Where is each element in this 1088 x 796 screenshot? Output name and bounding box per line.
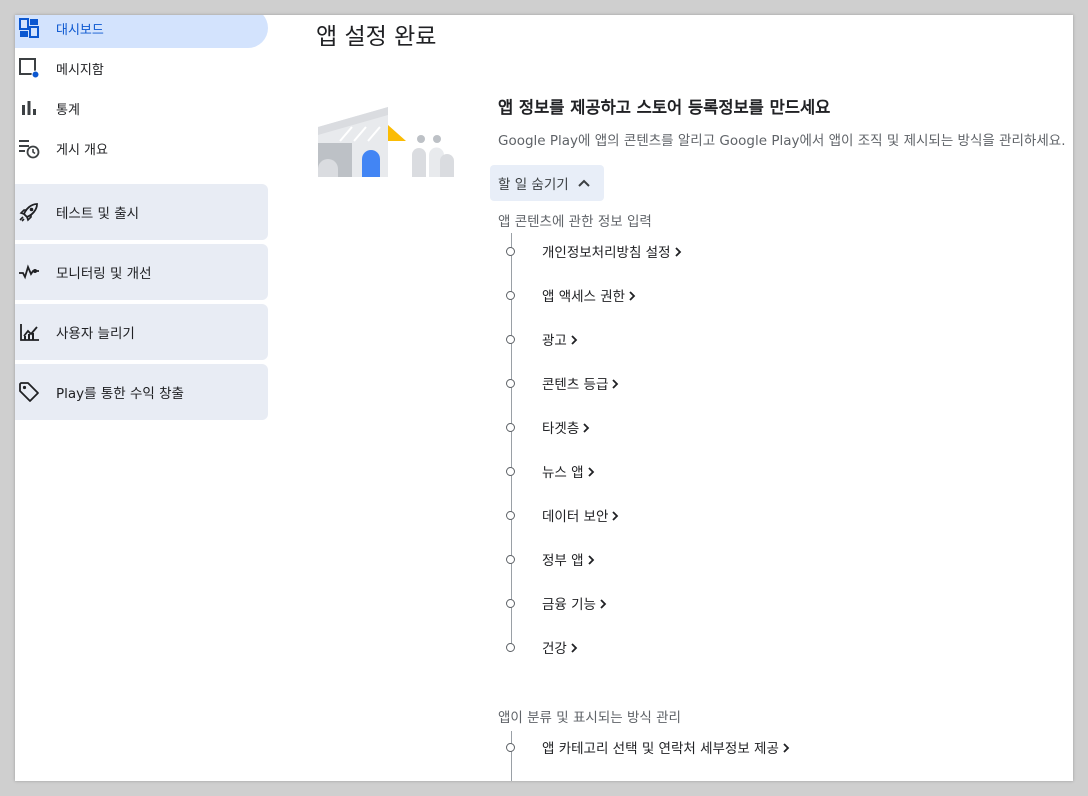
vitals-icon [17, 260, 41, 284]
task-status-dot [506, 642, 515, 652]
task-status-dot [506, 554, 515, 564]
sidebar-group-label: Play를 통한 수익 창출 [56, 386, 184, 402]
task-status-dot [506, 290, 515, 300]
chevron-right-icon [587, 553, 595, 569]
chevron-right-icon [628, 289, 636, 305]
app-window: 대시보드 메시지함 통계 게시 개요 테스트 및 출시 모니터링 및 개선 사용… [15, 15, 1073, 781]
sidebar-group-test-release[interactable]: 테스트 및 출시 [15, 184, 268, 240]
task-label: 앱 액세스 권한 [542, 289, 626, 305]
sidebar-item-label: 메시지함 [56, 62, 104, 78]
chevron-right-icon [674, 245, 682, 261]
sidebar-group-label: 모니터링 및 개선 [56, 266, 152, 282]
rocket-icon [17, 200, 41, 224]
sidebar-item-inbox[interactable]: 메시지함 [15, 48, 268, 88]
task-label: 앱 카테고리 선택 및 연락처 세부정보 제공 [542, 741, 779, 757]
task-status-dot [506, 422, 515, 432]
task-label: 광고 [542, 333, 567, 349]
bar-chart-icon [18, 97, 40, 119]
chevron-right-icon [582, 421, 590, 437]
sidebar-item-label: 게시 개요 [56, 142, 108, 158]
page-title: 앱 설정 완료 [316, 24, 437, 50]
task-status-dot [506, 334, 515, 344]
chevron-right-icon [782, 741, 790, 757]
task-label: 콘텐츠 등급 [542, 377, 609, 393]
sidebar-group-label: 사용자 늘리기 [56, 326, 135, 342]
task-status-dot [506, 510, 515, 520]
chevron-right-icon [599, 597, 607, 613]
sidebar-item-publishing-overview[interactable]: 게시 개요 [15, 128, 268, 168]
sidebar-item-label: 통계 [56, 102, 80, 118]
chevron-right-icon [611, 509, 619, 525]
tag-icon [17, 380, 41, 404]
inbox-icon [18, 57, 40, 79]
chevron-right-icon [611, 377, 619, 393]
sidebar-group-label: 테스트 및 출시 [56, 206, 140, 222]
task-status-dot [506, 246, 515, 256]
task-status-dot [506, 378, 515, 388]
dashboard-icon [18, 17, 40, 39]
task-label: 개인정보처리방침 설정 [542, 245, 671, 261]
setup-illustration [316, 107, 456, 179]
sidebar: 대시보드 메시지함 통계 게시 개요 테스트 및 출시 모니터링 및 개선 사용… [15, 15, 284, 781]
grow-users-icon [17, 320, 41, 344]
task-group-label-app-content: 앱 콘텐츠에 관한 정보 입력 [498, 214, 652, 230]
section-title: 앱 정보를 제공하고 스토어 등록정보를 만드세요 [498, 98, 831, 117]
publishing-overview-icon [18, 137, 40, 159]
hide-tasks-button[interactable]: 할 일 숨기기 [490, 165, 604, 201]
task-group-label-categorization: 앱이 분류 및 표시되는 방식 관리 [498, 710, 681, 726]
chevron-up-icon [577, 176, 591, 190]
section-description: Google Play에 앱의 콘텐츠를 알리고 Google Play에서 앱… [498, 133, 1066, 149]
task-label: 정부 앱 [542, 553, 584, 569]
task-label: 데이터 보안 [542, 509, 609, 525]
task-label: 타겟층 [542, 421, 580, 437]
sidebar-group-grow-users[interactable]: 사용자 늘리기 [15, 304, 268, 360]
hide-tasks-label: 할 일 숨기기 [498, 177, 569, 193]
sidebar-group-monetize[interactable]: Play를 통한 수익 창출 [15, 364, 268, 420]
chevron-right-icon [587, 465, 595, 481]
sidebar-item-label: 대시보드 [56, 22, 104, 38]
main-content: 앱 설정 완료 앱 정보를 제공하고 스토어 등록정보를 만드세요 Google [284, 15, 1073, 781]
sidebar-group-monitoring[interactable]: 모니터링 및 개선 [15, 244, 268, 300]
chevron-right-icon [570, 333, 578, 349]
task-label: 뉴스 앱 [542, 465, 584, 481]
chevron-right-icon [570, 641, 578, 657]
sidebar-item-dashboard[interactable]: 대시보드 [15, 15, 268, 48]
timeline-line [511, 731, 512, 781]
task-label: 금융 기능 [542, 597, 596, 613]
task-status-dot [506, 466, 515, 476]
task-label: 건강 [542, 641, 567, 657]
task-status-dot [506, 742, 515, 752]
sidebar-item-statistics[interactable]: 통계 [15, 88, 268, 128]
task-status-dot [506, 598, 515, 608]
